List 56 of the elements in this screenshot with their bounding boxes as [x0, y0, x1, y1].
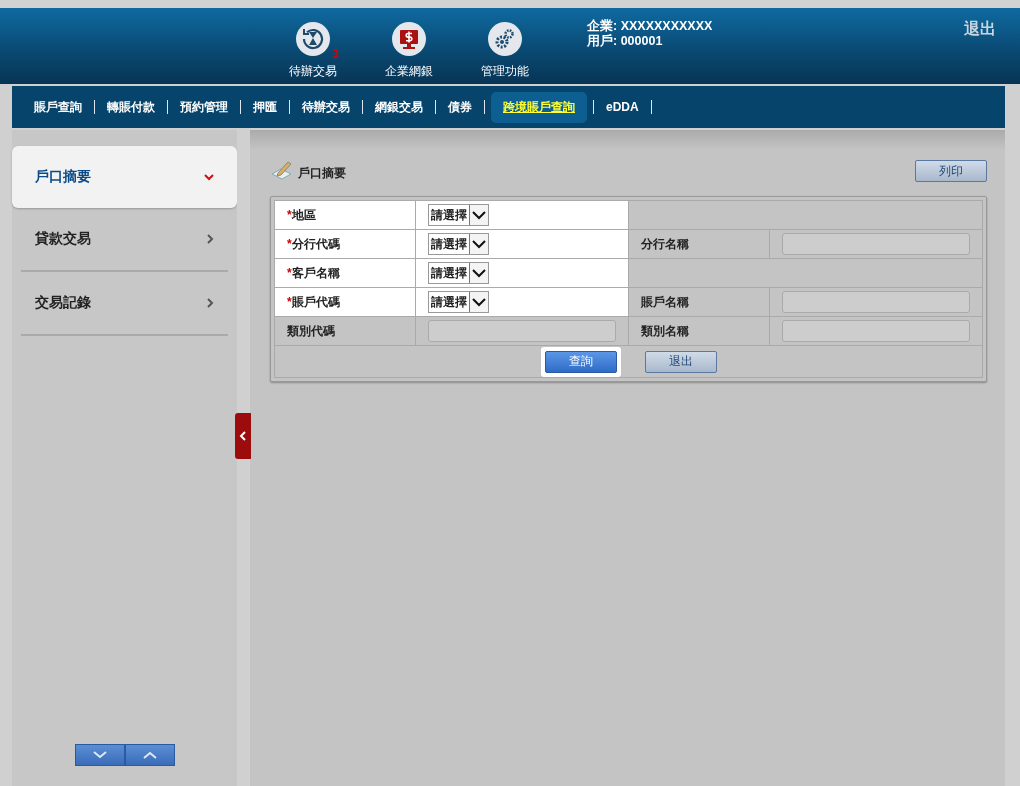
nav-tab[interactable]: 預約管理	[174, 91, 234, 123]
dropdown[interactable]: 請選擇	[428, 204, 490, 226]
nav-tab[interactable]: 賬戶查詢	[28, 91, 88, 123]
user-label: 用戶: 000001	[587, 34, 664, 49]
nav-tab[interactable]: 跨境賬戶查詢	[491, 91, 587, 123]
shortcut-label[interactable]: 待辦交易	[289, 63, 337, 80]
chevron-down-icon[interactable]	[93, 751, 107, 759]
caret-icon[interactable]	[469, 292, 489, 312]
field-label: *分行代碼	[274, 229, 416, 259]
company-label: 企業: XXXXXXXXXXX	[587, 19, 713, 34]
dropdown[interactable]: 請選擇	[428, 291, 490, 313]
chevron-left-icon[interactable]	[239, 431, 247, 441]
caret-icon[interactable]	[469, 263, 489, 283]
chevron-right-icon	[207, 298, 214, 308]
caret-icon[interactable]	[469, 234, 489, 254]
field-label: 賬戶名稱	[628, 287, 770, 317]
print-button[interactable]: 列印	[915, 160, 987, 182]
nav-tab[interactable]: 網銀交易	[369, 91, 429, 123]
sidebar-item[interactable]: 貸款交易	[21, 208, 228, 272]
sidebar-item[interactable]: 交易記錄	[21, 272, 228, 336]
shortcut-label[interactable]: 企業網銀	[385, 63, 433, 80]
input-field[interactable]	[428, 320, 616, 342]
input-field[interactable]	[782, 291, 970, 313]
field-label: 類別名稱	[628, 316, 770, 346]
shortcut-label[interactable]: 管理功能	[481, 63, 529, 80]
field-label: *客戶名稱	[274, 258, 416, 288]
monitor-dollar-icon[interactable]	[391, 21, 427, 57]
search-button[interactable]: 查詢	[544, 350, 617, 373]
page-title: 戶口摘要	[298, 165, 346, 182]
gears-icon[interactable]	[487, 21, 523, 57]
sidebar-item[interactable]: 戶口摘要	[12, 146, 237, 208]
exit-button[interactable]: 退出	[644, 350, 717, 373]
nav-tab[interactable]: 待辦交易	[296, 91, 356, 123]
scroll-up-button[interactable]	[125, 744, 175, 766]
input-field[interactable]	[782, 233, 970, 255]
field-label: 分行名稱	[628, 229, 770, 259]
hourglass-icon[interactable]	[295, 21, 331, 57]
field-label: 類別代碼	[274, 316, 416, 346]
chevron-right-icon	[207, 234, 214, 244]
field-label: *賬戶代碼	[274, 287, 416, 317]
input-field[interactable]	[782, 320, 970, 342]
dropdown[interactable]: 請選擇	[428, 262, 490, 284]
nav-tab[interactable]: 轉賬付款	[101, 91, 161, 123]
dropdown[interactable]: 請選擇	[428, 233, 490, 255]
chevron-down-icon	[204, 173, 214, 181]
nav-tab[interactable]: eDDA	[600, 93, 645, 121]
pencil-paper-icon	[270, 160, 294, 182]
notification-count: 3	[332, 47, 339, 61]
chevron-up-icon[interactable]	[143, 751, 157, 759]
collapse-sidebar-button[interactable]	[235, 413, 251, 459]
scroll-down-button[interactable]	[75, 744, 125, 766]
caret-icon[interactable]	[469, 205, 489, 225]
nav-tab[interactable]: 債券	[442, 91, 478, 123]
logout-link[interactable]: 退出	[964, 19, 996, 40]
field-label: *地區	[274, 200, 416, 230]
nav-tab[interactable]: 押匯	[247, 91, 283, 123]
